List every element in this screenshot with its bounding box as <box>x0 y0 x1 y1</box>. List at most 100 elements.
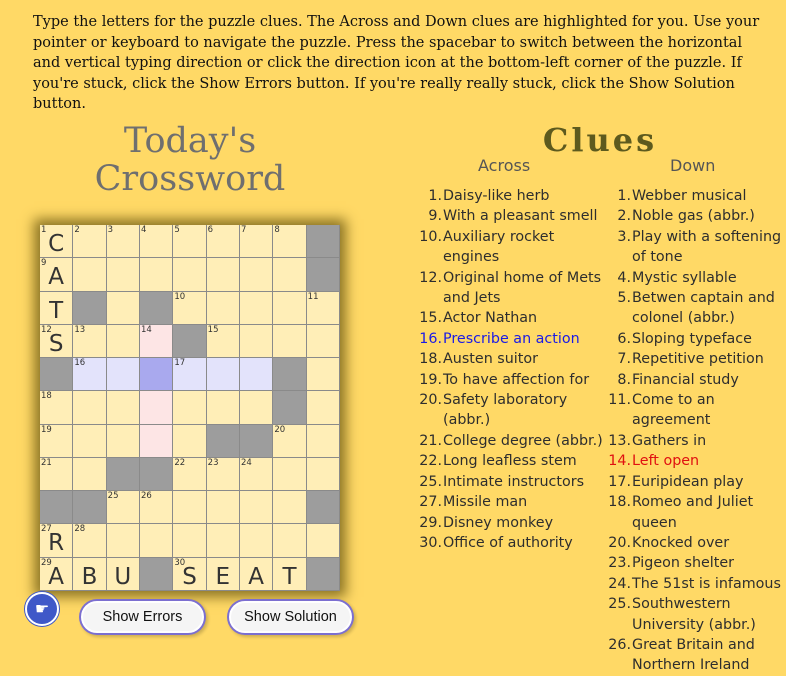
grid-cell[interactable] <box>106 391 140 425</box>
across-clue-item[interactable]: 29. Disney monkey <box>412 513 608 533</box>
grid-cell[interactable] <box>106 291 140 325</box>
grid-cell[interactable]: 23 <box>206 457 240 492</box>
down-clue-item[interactable]: 17. Euripidean play <box>601 472 786 492</box>
grid-cell[interactable]: 29 A <box>40 557 74 591</box>
grid-cell[interactable] <box>273 258 307 292</box>
direction-toggle-icon[interactable]: ☛ <box>25 592 59 626</box>
grid-cell[interactable] <box>273 524 307 558</box>
grid-cell[interactable]: 27 R <box>40 524 74 558</box>
grid-cell[interactable]: B <box>73 557 107 591</box>
across-clue-item[interactable]: 30. Office of authority <box>412 533 608 553</box>
down-clue-item[interactable]: 5. Betwen captain and colonel (abbr.) <box>601 288 786 329</box>
grid-cell[interactable]: 11 <box>306 291 340 325</box>
grid-cell[interactable]: T <box>40 291 74 325</box>
grid-cell[interactable]: 21 <box>40 457 74 492</box>
grid-cell[interactable]: 30 S <box>173 557 207 591</box>
grid-cell[interactable]: 9A <box>40 258 74 292</box>
down-clue-item[interactable]: 2. Noble gas (abbr.) <box>601 206 786 226</box>
across-clue-item[interactable]: 12. Original home of Mets and Jets <box>412 268 608 309</box>
grid-cell[interactable]: 4 <box>140 225 174 259</box>
grid-cell[interactable] <box>140 524 174 558</box>
down-clue-item[interactable]: 6. Sloping typeface <box>601 329 786 349</box>
grid-cell[interactable] <box>106 524 140 558</box>
grid-cell[interactable]: 17 <box>173 358 207 392</box>
grid-cell[interactable] <box>206 358 240 392</box>
grid-cell[interactable] <box>273 457 307 492</box>
down-clue-item[interactable]: 18. Romeo and Juliet queen <box>601 492 786 533</box>
grid-cell[interactable] <box>206 491 240 525</box>
grid-cell[interactable] <box>273 291 307 325</box>
grid-cell[interactable]: 6 <box>206 225 240 259</box>
grid-cell[interactable]: 24 <box>240 457 274 492</box>
grid-cell[interactable]: 18 <box>40 391 74 425</box>
grid-cell[interactable]: T <box>273 557 307 591</box>
grid-cell[interactable] <box>173 491 207 525</box>
down-clue-item[interactable]: 1. Webber musical <box>601 186 786 206</box>
grid-cell[interactable]: 10 <box>173 291 207 325</box>
across-clue-item[interactable]: 18. Austen suitor <box>412 349 608 369</box>
show-errors-button[interactable]: Show Errors <box>81 601 204 633</box>
grid-cell[interactable]: 3 <box>106 225 140 259</box>
across-clue-item[interactable]: 27. Missile man <box>412 492 608 512</box>
across-clue-item[interactable]: 21. College degree (abbr.) <box>412 431 608 451</box>
grid-cell[interactable] <box>306 424 340 458</box>
grid-cell[interactable]: 5 <box>173 225 207 259</box>
grid-cell[interactable]: 8 <box>273 225 307 259</box>
grid-cell[interactable]: 13 <box>73 324 107 359</box>
grid-cell[interactable]: U <box>106 557 140 591</box>
grid-cell[interactable]: 1C <box>40 225 74 259</box>
grid-cell[interactable]: 16 <box>73 358 107 392</box>
grid-cell[interactable] <box>306 358 340 392</box>
grid-cell[interactable]: 15 <box>206 324 240 359</box>
down-clue-item[interactable]: 8. Financial study <box>601 370 786 390</box>
grid-cell[interactable] <box>73 391 107 425</box>
grid-cell[interactable] <box>73 457 107 492</box>
across-clue-item[interactable]: 10. Auxiliary rocket engines <box>412 227 608 268</box>
grid-cell[interactable]: E <box>206 557 240 591</box>
down-clue-item[interactable]: 24. The 51st is infamous <box>601 574 786 594</box>
across-clue-item[interactable]: 22. Long leafless stem <box>412 451 608 471</box>
grid-cell[interactable]: 7 <box>240 225 274 259</box>
down-clue-item[interactable]: 14. Left open <box>601 451 786 471</box>
grid-cell[interactable] <box>140 391 174 425</box>
grid-cell[interactable] <box>306 457 340 492</box>
grid-cell[interactable] <box>140 424 174 458</box>
grid-cell[interactable] <box>206 258 240 292</box>
across-clue-item[interactable]: 1. Daisy-like herb <box>412 186 608 206</box>
grid-cell[interactable] <box>240 291 274 325</box>
grid-cell[interactable]: 26 <box>140 491 174 525</box>
down-clue-item[interactable]: 3. Play with a softening of tone <box>601 227 786 268</box>
grid-cell[interactable] <box>306 391 340 425</box>
grid-cell[interactable] <box>273 324 307 359</box>
grid-cell[interactable] <box>173 424 207 458</box>
down-clue-item[interactable]: 25. Southwestern University (abbr.) <box>601 594 786 635</box>
grid-cell[interactable] <box>306 524 340 558</box>
grid-cell[interactable] <box>240 258 274 292</box>
grid-cell[interactable] <box>206 291 240 325</box>
grid-cell[interactable] <box>173 524 207 558</box>
across-clue-item[interactable]: 16. Prescribe an action <box>412 329 608 349</box>
across-clue-item[interactable]: 15. Actor Nathan <box>412 308 608 328</box>
grid-cell[interactable] <box>140 258 174 292</box>
grid-cell[interactable]: A <box>240 557 274 591</box>
grid-cell[interactable] <box>106 324 140 359</box>
grid-cell[interactable]: 22 <box>173 457 207 492</box>
down-clue-item[interactable]: 4. Mystic syllable <box>601 268 786 288</box>
grid-cell[interactable] <box>73 424 107 458</box>
grid-cell[interactable] <box>240 391 274 425</box>
grid-cell[interactable] <box>206 524 240 558</box>
down-clue-item[interactable]: 7. Repetitive petition <box>601 349 786 369</box>
grid-cell[interactable]: 19 <box>40 424 74 458</box>
down-clue-item[interactable]: 20. Knocked over <box>601 533 786 553</box>
across-clue-item[interactable]: 25. Intimate instructors <box>412 472 608 492</box>
grid-cell[interactable] <box>273 491 307 525</box>
grid-cell[interactable] <box>140 358 174 392</box>
grid-cell[interactable]: 14 <box>140 324 174 359</box>
grid-cell[interactable] <box>106 358 140 392</box>
down-clue-item[interactable]: 23. Pigeon shelter <box>601 553 786 573</box>
grid-cell[interactable] <box>173 391 207 425</box>
across-clue-item[interactable]: 20. Safety laboratory (abbr.) <box>412 390 608 431</box>
grid-cell[interactable] <box>106 258 140 292</box>
down-clue-item[interactable]: 26. Great Britain and Northern Ireland <box>601 635 786 676</box>
grid-cell[interactable] <box>306 324 340 359</box>
